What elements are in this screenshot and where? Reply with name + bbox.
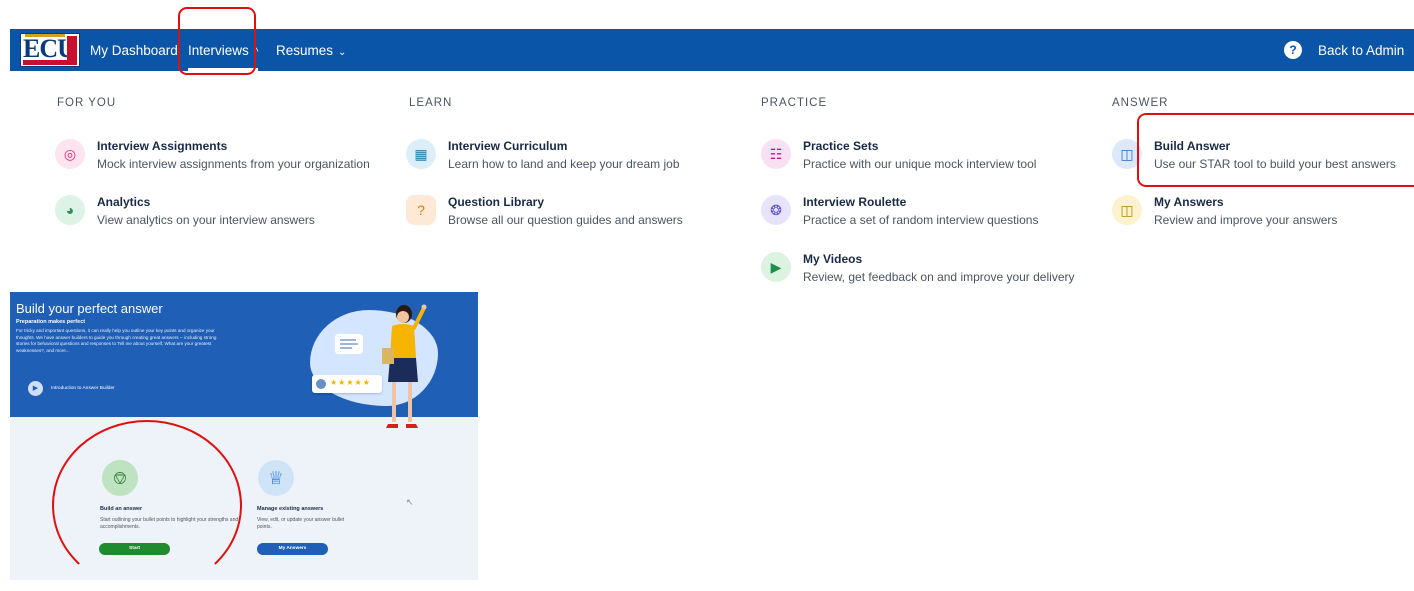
menu-item-title: Practice Sets [803,139,879,153]
menu-item-title: Analytics [97,195,151,209]
chat-bubble-illustration [335,334,363,354]
ecu-logo[interactable]: ECU [20,33,80,67]
gauge-icon: ◕ [55,195,85,225]
manage-answers-card-desc: View, edit, or update your answer bullet… [257,517,345,530]
menu-item-title: Question Library [448,195,545,209]
nav-resumes[interactable]: Resumes ⌄ [276,29,346,71]
my-answers-button[interactable]: My Answers [257,543,328,555]
menu-item-title: Interview Curriculum [448,139,568,153]
menu-item-desc: View analytics on your interview answers [97,213,315,227]
stars-icon: ★★★★★ [330,378,371,387]
annotation-circle-build-an-answer [52,420,242,591]
avatar-icon [316,379,326,389]
annotation-rect-build-answer [1137,113,1414,187]
column-heading-learn: LEARN [409,97,453,109]
menu-item-desc: Browse all our question guides and answe… [448,213,683,227]
menu-item-desc: Practice a set of random interview quest… [803,213,1039,227]
menu-item-title: My Answers [1154,195,1224,209]
menu-item-desc: Mock interview assignments from your org… [97,157,370,171]
play-icon[interactable]: ▶ [28,381,43,396]
menu-item-desc: Learn how to land and keep your dream jo… [448,157,680,171]
video-icon: ▶ [761,252,791,282]
menu-item-title: Interview Roulette [803,195,907,209]
chevron-down-icon: ⌄ [338,47,347,58]
question-card-icon: ? [406,195,436,225]
column-heading-for-you: FOR YOU [57,97,117,109]
manage-answers-card-title: Manage existing answers [257,506,324,512]
nav-resumes-label: Resumes [276,43,334,58]
menu-item-title: Interview Assignments [97,139,228,153]
notebook-icon: ◫ [1112,195,1142,225]
target-icon: ◎ [55,139,85,169]
hero-body-text: For tricky and important questions, it c… [16,328,217,353]
menu-item-desc: Review and improve your answers [1154,213,1338,227]
practice-icon: ☷ [761,139,791,169]
logo-bottom-band [23,60,67,65]
rating-card: ★★★★★ [312,375,382,393]
annotation-rect-interviews [178,7,256,75]
hero-title: Build your perfect answer [16,301,163,316]
mouse-cursor-icon: ↖ [406,497,414,507]
menu-item-desc: Practice with our unique mock interview … [803,157,1037,171]
back-to-admin-link[interactable]: Back to Admin [1318,29,1404,71]
books-icon: ▦ [406,139,436,169]
hero-subtitle: Preparation makes perfect [16,319,86,325]
sitemap-icon: ♕ [258,460,294,496]
nav-my-dashboard-label: My Dashboard [90,43,178,58]
help-icon[interactable]: ? [1284,41,1302,59]
hero-banner: Build your perfect answer Preparation ma… [10,292,478,428]
column-heading-practice: PRACTICE [761,97,828,109]
person-illustration [382,304,427,428]
roulette-icon: ❂ [761,195,791,225]
menu-item-desc: Review, get feedback on and improve your… [803,270,1075,284]
intro-video-link[interactable]: Introduction to Answer Builder [51,386,115,391]
nav-my-dashboard[interactable]: My Dashboard [90,29,178,71]
logo-side-band [67,36,77,65]
column-heading-answer: ANSWER [1112,97,1169,109]
menu-item-title: My Videos [803,252,863,266]
